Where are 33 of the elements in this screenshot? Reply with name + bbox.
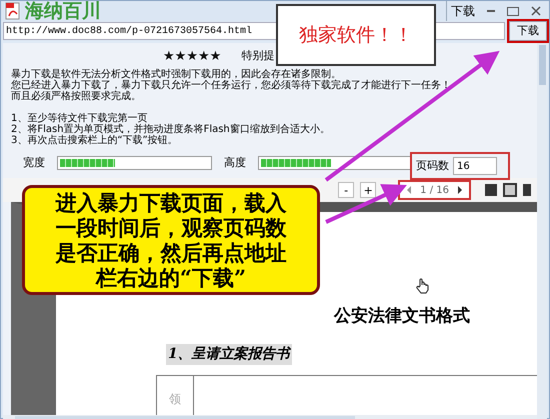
notice-line: 您已经进入暴力下载了，暴力下载只允许一个任务运行，您必须等待下载完成了才能进行下一任务！ — [11, 80, 452, 91]
document-title: 公安法律文书格式 — [334, 305, 470, 328]
star-icon: ★ — [163, 50, 175, 62]
measure-label: 宽度 — [23, 154, 45, 171]
window-title: 海纳百川 — [25, 2, 101, 20]
zoom-in-button[interactable]: + — [360, 182, 376, 198]
minimize-icon[interactable] — [487, 10, 495, 12]
step-text: 2、将Flash置为单页模式，并拖动进度条将Flash窗口缩放到合适大小。 — [11, 124, 331, 135]
star-icon: ★ — [174, 50, 186, 62]
star-icon: ★ — [186, 50, 198, 62]
next-page-icon[interactable] — [457, 186, 463, 194]
step-text: 1、至少等待文件下载完第一页 — [11, 113, 148, 124]
page-indicator: 1 / 16 — [420, 184, 449, 198]
callout-text: 进入暴力下载页面，载入一段时间后，观察页码数是否正确，然后再点地址栏右边的“下载” — [56, 190, 286, 290]
pdf-logo-icon — [5, 2, 21, 20]
section-heading: 1、呈请立案报告书 — [166, 344, 292, 364]
download-button[interactable]: 下载 — [509, 21, 547, 41]
notice-heading: 特别提 — [241, 48, 274, 64]
notice-line: 而且必须严格按照要求完成。 — [11, 91, 142, 102]
star-icon: ★ — [210, 50, 222, 62]
maximize-icon[interactable] — [507, 6, 519, 16]
page-count-field[interactable]: 16 — [453, 157, 497, 175]
previous-page-icon[interactable] — [406, 186, 412, 194]
page-width-icon[interactable] — [503, 183, 517, 197]
page-count-label: 页码数 — [416, 158, 449, 174]
notice-line: 暴力下载是软件无法分析文件格式时强制下载用的，因此会存在诸多限制。 — [11, 69, 341, 80]
measure-label: 高度 — [224, 154, 246, 171]
close-icon[interactable] — [531, 6, 541, 16]
star-icon: ★ — [198, 50, 210, 62]
step-text: 3、再次点击搜索栏上的“下载”按钮。 — [11, 135, 179, 146]
zoom-out-button[interactable]: - — [338, 182, 354, 198]
hand-cursor-icon — [416, 278, 430, 294]
download-tab[interactable]: 下载 — [446, 1, 479, 21]
